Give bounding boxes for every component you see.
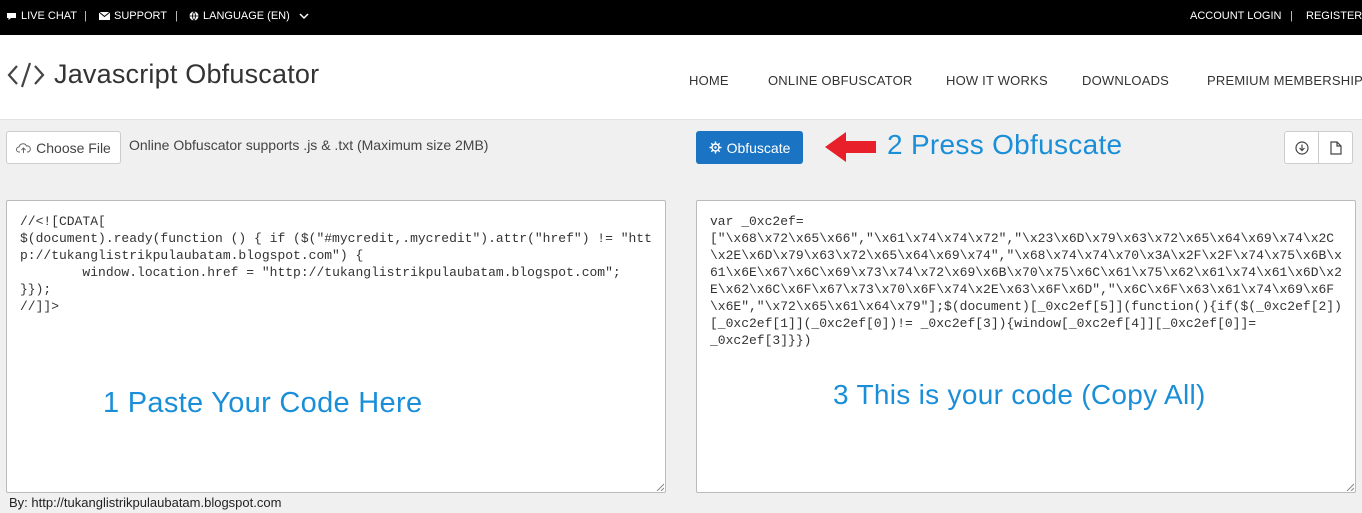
output-code-editor[interactable]: var _0xc2ef= ["\x68\x72\x65\x66","\x61\x…	[696, 200, 1356, 493]
envelope-icon	[99, 12, 110, 20]
output-code-text[interactable]: var _0xc2ef= ["\x68\x72\x65\x66","\x61\x…	[710, 213, 1342, 349]
site-header: Javascript Obfuscator HOME ONLINE OBFUSC…	[0, 35, 1362, 120]
account-login-link[interactable]: ACCOUNT LOGIN	[1190, 10, 1281, 22]
step1-annotation: 1 Paste Your Code Here	[103, 387, 423, 419]
register-link[interactable]: REGISTER	[1306, 10, 1362, 22]
nav-downloads[interactable]: DOWNLOADS	[1082, 73, 1169, 88]
step2-annotation: 2 Press Obfuscate	[887, 129, 1123, 160]
resize-handle-icon[interactable]	[656, 483, 664, 491]
red-arrow-icon	[825, 132, 876, 162]
language-selector[interactable]: LANGUAGE (EN)	[189, 10, 310, 22]
chat-icon	[7, 12, 16, 20]
step3-annotation: 3 This is your code (Copy All)	[833, 379, 1206, 410]
file-button[interactable]	[1318, 131, 1353, 164]
separator: |	[1290, 10, 1293, 22]
footer-credit: By: http://tukanglistrikpulaubatam.blogs…	[9, 495, 282, 510]
obfuscate-button[interactable]: Obfuscate	[696, 131, 803, 164]
live-chat-link[interactable]: LIVE CHAT	[6, 10, 77, 22]
top-bar: LIVE CHAT | SUPPORT | LANGUAGE (EN) ACCO…	[0, 0, 1362, 35]
gear-icon	[709, 141, 722, 154]
input-code-editor[interactable]: //<![CDATA[ $(document).ready(function (…	[6, 200, 666, 493]
download-button[interactable]	[1284, 131, 1319, 164]
site-title: Javascript Obfuscator	[54, 59, 320, 89]
choose-file-button[interactable]: Choose File	[6, 131, 121, 164]
input-code-text[interactable]: //<![CDATA[ $(document).ready(function (…	[20, 213, 652, 315]
support-link[interactable]: SUPPORT	[99, 10, 167, 22]
site-logo[interactable]: Javascript Obfuscator	[7, 59, 319, 90]
nav-online-obfuscator[interactable]: ONLINE OBFUSCATOR	[768, 73, 913, 88]
separator: |	[84, 10, 87, 22]
separator: |	[175, 10, 178, 22]
cloud-upload-icon	[16, 142, 31, 153]
nav-premium-membership[interactable]: PREMIUM MEMBERSHIP	[1207, 73, 1362, 88]
globe-icon	[189, 11, 199, 21]
document-icon	[1329, 140, 1342, 155]
resize-handle-icon[interactable]	[1346, 483, 1354, 491]
upload-info-text: Online Obfuscator supports .js & .txt (M…	[129, 137, 489, 153]
download-icon	[1294, 140, 1309, 155]
code-brackets-icon	[7, 62, 45, 87]
nav-how-it-works[interactable]: HOW IT WORKS	[946, 73, 1048, 88]
toolbar: Choose File Online Obfuscator supports .…	[0, 121, 1362, 181]
chevron-down-icon	[299, 13, 309, 20]
nav-home[interactable]: HOME	[689, 73, 729, 88]
